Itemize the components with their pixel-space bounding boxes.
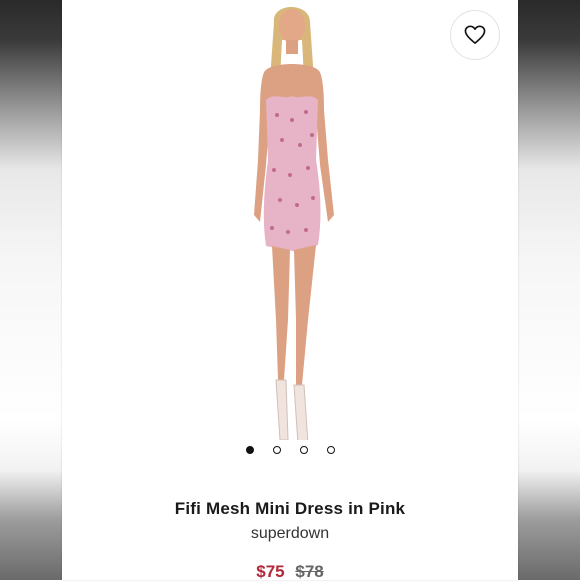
product-image-model[interactable] (222, 0, 362, 440)
product-brand[interactable]: superdown (62, 525, 518, 543)
carousel-dot-3[interactable] (299, 446, 308, 454)
sale-price: $75 (256, 562, 285, 581)
carousel-dot-4[interactable] (326, 446, 335, 454)
favorite-button[interactable] (450, 10, 500, 60)
carousel-dot-1[interactable] (245, 446, 254, 454)
heart-outline-icon (464, 25, 486, 44)
product-page: Fifi Mesh Mini Dress in Pink superdown $… (62, 0, 518, 582)
product-prices: $75 $78 (62, 562, 518, 582)
carousel-dot-2[interactable] (272, 446, 281, 454)
image-carousel-indicators (62, 446, 518, 460)
product-title: Fifi Mesh Mini Dress in Pink (174, 499, 406, 518)
original-price: $78 (295, 562, 324, 581)
